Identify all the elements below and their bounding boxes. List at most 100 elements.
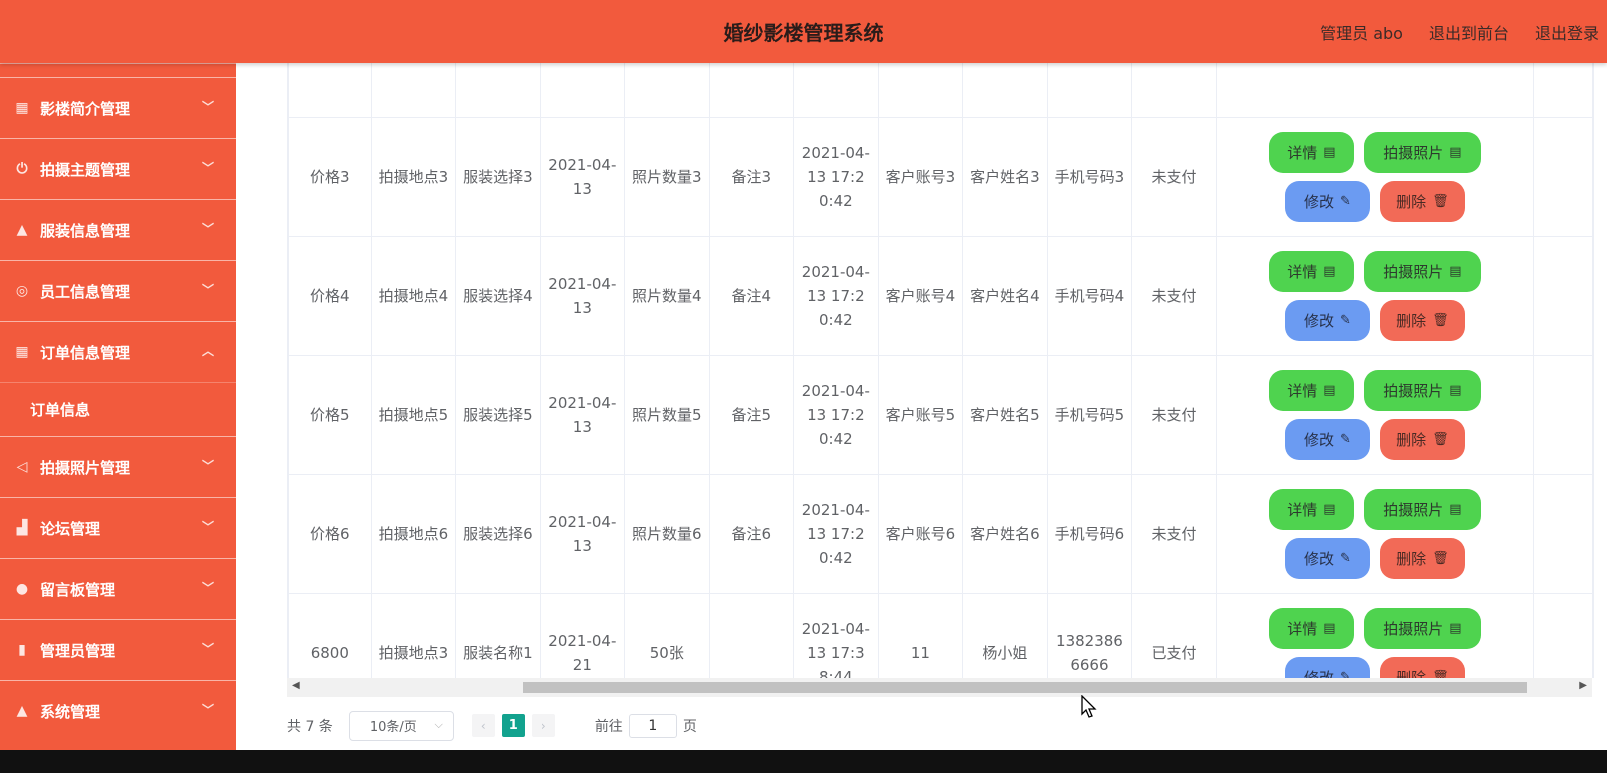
cell-price: 价格6 [288, 474, 372, 594]
cell-photos: 照片数量6 [624, 474, 710, 594]
sidebar-item-3[interactable]: ◎ 员工信息管理 ﹀ [0, 260, 236, 321]
target-icon: ◎ [15, 283, 29, 299]
cell-status: 未支付 [1131, 355, 1217, 475]
cell-costume: 服装名称1 [455, 593, 541, 678]
edit-button[interactable]: 修改 ✎ [1284, 538, 1370, 579]
cell-name: 客户姓名6 [962, 474, 1048, 594]
order-table-scroll[interactable]: 价格3 拍摄地点3 服装选择3 2021-04-13 照片数量3 备注3 2021-04-1… [287, 63, 1594, 678]
horizontal-scrollbar[interactable]: ◀ ▶ [287, 678, 1592, 697]
detail-button-label: 详情 [1287, 262, 1318, 281]
sidebar-item-5[interactable]: ◁ 拍摄照片管理 ﹀ [0, 436, 236, 497]
next-page-button[interactable]: › [531, 714, 555, 737]
cell-actions: 详情 ▤ 拍摄照片 ▤ 修改 ✎ 删除 🗑 [1215, 236, 1535, 356]
sidebar-item-1[interactable]: ⏻ 拍摄主题管理 ﹀ [0, 138, 236, 199]
photo-button[interactable]: 拍摄照片 ▤ [1363, 489, 1481, 530]
photo-button[interactable]: 拍摄照片 ▤ [1363, 132, 1481, 173]
goto-page-input[interactable]: 1 [628, 713, 677, 738]
delete-button[interactable]: 删除 🗑 [1379, 181, 1465, 222]
sidebar-subitem-4-0[interactable]: 订单信息 [0, 382, 236, 436]
sidebar-item-6[interactable]: ▟ 论坛管理 ﹀ [0, 497, 236, 558]
cell-phone: 手机号码3 [1046, 117, 1133, 237]
cell-note [708, 593, 795, 678]
chevron-down-icon: ﹀ [201, 520, 214, 534]
edit-button[interactable]: 修改 ✎ [1284, 181, 1370, 222]
document-icon: ▤ [1323, 144, 1336, 160]
edit-icon: ✎ [1339, 312, 1351, 328]
cell-costume: 服装选择6 [455, 474, 541, 594]
edit-icon: ✎ [1339, 431, 1351, 447]
grid-icon: ▦ [15, 344, 29, 360]
detail-button[interactable]: 详情 ▤ [1268, 132, 1354, 173]
delete-button[interactable]: 删除 🗑 [1379, 657, 1465, 678]
sidebar-item-2[interactable]: ▲ 服装信息管理 ﹀ [0, 199, 236, 260]
scroll-right-arrow-icon[interactable]: ▶ [1579, 680, 1587, 691]
page-size-value: 10条/页 [369, 720, 417, 735]
chevron-down-icon: ﹀ [201, 581, 214, 595]
table-row-hidden [288, 63, 1593, 118]
table-row: 价格6 拍摄地点6 服装选择6 2021-04-13 照片数量6 备注6 2021-04-1… [288, 474, 1593, 594]
detail-button[interactable]: 详情 ▤ [1268, 608, 1354, 649]
cell-date: 2021-04-13 [539, 355, 626, 475]
sidebar-item-label: 服装信息管理 [40, 221, 131, 240]
app-window: 婚纱影楼管理系统 管理员 abo 退出到前台 退出登录 ▦ 影楼简介管理 ﹀ ⏻ 拍摄主… [0, 0, 1607, 750]
sidebar-item-4[interactable]: ▦ 订单信息管理 ︿ [0, 321, 236, 382]
edit-button-label: 修改 [1303, 192, 1334, 211]
page-size-select[interactable]: 10条/页 ⌵ [348, 710, 454, 741]
sidebar-item-7[interactable]: ● 留言板管理 ﹀ [0, 558, 236, 619]
table-cell-hidden [288, 63, 372, 118]
admin-user-label[interactable]: 管理员 abo [1320, 20, 1403, 44]
photo-button-label: 拍摄照片 [1383, 262, 1444, 281]
header-actions: 管理员 abo 退出到前台 退出登录 [1320, 20, 1599, 44]
actions-row-bottom: 修改 ✎ 删除 🗑 [1223, 415, 1527, 464]
sidebar-item-label: 管理员管理 [40, 641, 116, 660]
sidebar-item-9[interactable]: ▲ 系统管理 ﹀ [0, 680, 236, 741]
delete-button[interactable]: 删除 🗑 [1379, 300, 1465, 341]
chevron-down-icon: ﹀ [201, 703, 214, 717]
cell-phone: 手机号码6 [1046, 474, 1133, 594]
cell-phone: 13823866666 [1046, 593, 1133, 678]
edit-button[interactable]: 修改 ✎ [1284, 419, 1370, 460]
detail-button[interactable]: 详情 ▤ [1268, 370, 1354, 411]
photo-button[interactable]: 拍摄照片 ▤ [1363, 608, 1481, 649]
cell-account: 客户账号3 [877, 117, 964, 237]
detail-button[interactable]: 详情 ▤ [1268, 251, 1354, 292]
edit-button[interactable]: 修改 ✎ [1284, 300, 1370, 341]
cell-costume: 服装选择3 [455, 117, 541, 237]
delete-button[interactable]: 删除 🗑 [1379, 419, 1465, 460]
logout-link[interactable]: 退出登录 [1535, 20, 1599, 44]
actions-row-top: 详情 ▤ 拍摄照片 ▤ [1223, 485, 1527, 534]
sidebar-item-label: 留言板管理 [40, 580, 116, 599]
actions-row-top: 详情 ▤ 拍摄照片 ▤ [1223, 128, 1527, 177]
table-cell-hidden [877, 63, 964, 118]
delete-button[interactable]: 删除 🗑 [1379, 538, 1465, 579]
cell-padding [1533, 593, 1593, 678]
document-icon: ▤ [1323, 263, 1336, 279]
detail-button-label: 详情 [1287, 143, 1318, 162]
sidebar-item-8[interactable]: ▮ 管理员管理 ﹀ [0, 619, 236, 680]
scrollbar-thumb[interactable] [523, 682, 1527, 693]
prev-page-button[interactable]: ‹ [471, 714, 495, 737]
trash-icon: 🗑 [1432, 312, 1449, 328]
delete-button-label: 删除 [1396, 430, 1427, 449]
cell-name: 客户姓名5 [962, 355, 1048, 475]
sidebar-item-label: 论坛管理 [40, 519, 101, 538]
exit-to-frontend-link[interactable]: 退出到前台 [1429, 20, 1509, 44]
edit-button-label: 修改 [1303, 549, 1334, 568]
scroll-left-arrow-icon[interactable]: ◀ [292, 680, 300, 691]
detail-button[interactable]: 详情 ▤ [1268, 489, 1354, 530]
sidebar-item-0[interactable]: ▦ 影楼简介管理 ﹀ [0, 77, 236, 138]
cell-status: 未支付 [1131, 236, 1217, 356]
photo-button[interactable]: 拍摄照片 ▤ [1363, 370, 1481, 411]
cell-account: 客户账号4 [877, 236, 964, 356]
photo-button-label: 拍摄照片 [1383, 619, 1444, 638]
cell-costume: 服装选择4 [455, 236, 541, 356]
cell-note: 备注6 [708, 474, 795, 594]
chevron-down-icon: ﹀ [201, 222, 214, 236]
thumb-icon: ▟ [16, 520, 28, 536]
photo-button[interactable]: 拍摄照片 ▤ [1363, 251, 1481, 292]
page-number-active[interactable]: 1 [501, 714, 525, 737]
cell-actions: 详情 ▤ 拍摄照片 ▤ 修改 ✎ 删除 🗑 [1215, 355, 1535, 475]
edit-button[interactable]: 修改 ✎ [1284, 657, 1370, 678]
delete-button-label: 删除 [1396, 549, 1427, 568]
sidebar: ▦ 影楼简介管理 ﹀ ⏻ 拍摄主题管理 ﹀ ▲ 服装信息管理 ﹀ ◎ 员工信息管理 ﹀ ▦ 订单信息管理 ︿… [0, 63, 236, 750]
